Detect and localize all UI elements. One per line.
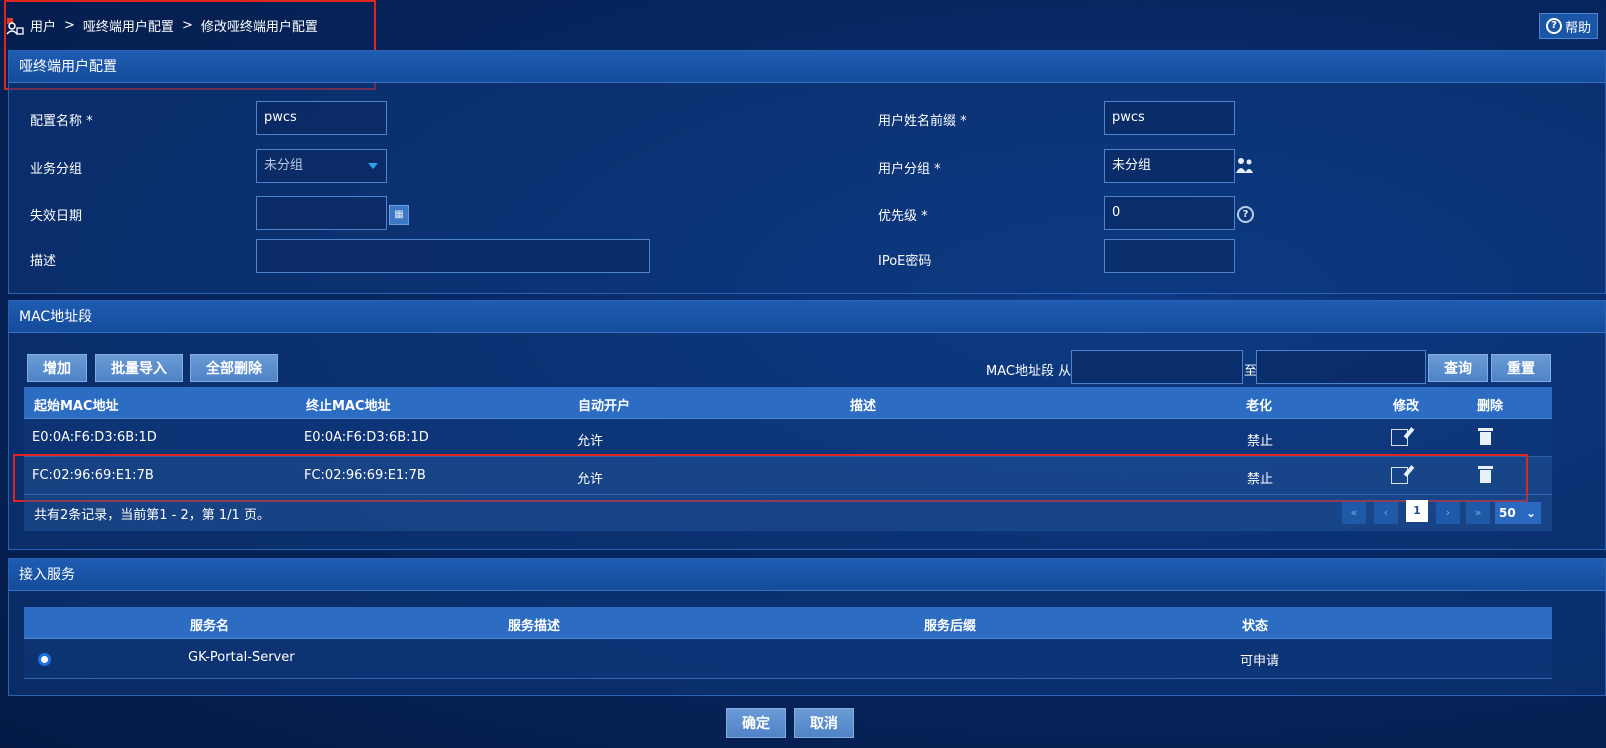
batch-import-button[interactable]: 批量导入 [95,354,183,382]
next-page-button[interactable]: › [1436,502,1460,524]
help-label: 帮助 [1564,20,1591,36]
col-aging[interactable]: 老化 [1246,395,1272,414]
question-icon[interactable]: ? [1237,206,1254,223]
prev-page-button[interactable]: ‹ [1374,502,1398,524]
help-icon: ? [1545,18,1562,34]
cell-auto-open: 允许 [577,434,604,449]
cell-auto-open: 允许 [577,472,604,487]
cell-service-status: 可申请 [1240,654,1280,669]
table-row[interactable]: GK-Portal-Server 可申请 [24,639,1552,679]
mac-table-header: 起始MAC地址 终止MAC地址 自动开户 描述 老化 修改 删除 [24,387,1552,419]
user-group-icon[interactable] [1235,157,1255,175]
business-group-select[interactable]: 未分组 [256,149,387,183]
chevron-down-icon: ⌄ [1525,506,1536,520]
radio-selected-icon[interactable] [38,653,51,666]
top-bar: 用户 > 哑终端用户配置 > 修改哑终端用户配置 ? 帮助 [0,0,1606,50]
config-panel-title: 哑终端用户配置 [9,51,1605,83]
mac-table: 起始MAC地址 终止MAC地址 自动开户 描述 老化 修改 删除 E0:0A:F… [24,387,1552,495]
col-service-status[interactable]: 状态 [1242,615,1268,634]
add-button[interactable]: 增加 [27,354,87,382]
delete-all-button[interactable]: 全部删除 [190,354,278,382]
col-auto-open[interactable]: 自动开户 [578,395,630,414]
expire-date-input[interactable] [256,196,387,230]
col-description[interactable]: 描述 [850,395,876,414]
mac-filter-to-input[interactable] [1256,350,1426,384]
config-panel: 哑终端用户配置 配置名称 * pwcs 用户姓名前缀 * pwcs 业务分组 未… [8,50,1606,294]
col-edit: 修改 [1393,399,1420,414]
user-group-label: 用户分组 * [878,162,941,177]
service-table-header: 服务名 服务描述 服务后缀 状态 [24,607,1552,639]
trash-icon[interactable] [1478,428,1493,446]
cell-aging: 禁止 [1247,472,1274,487]
edit-icon[interactable] [1391,429,1408,446]
cell-service-name: GK-Portal-Server [188,650,295,665]
cancel-button[interactable]: 取消 [794,708,854,738]
mac-filter-from-label: MAC地址段 从 [986,364,1072,379]
edit-icon[interactable] [1391,467,1408,484]
ipoe-password-label: IPoE密码 [878,254,932,269]
col-delete: 删除 [1477,399,1504,414]
table-row[interactable]: FC:02:96:69:E1:7B FC:02:96:69:E1:7B 允许 禁… [24,457,1552,495]
breadcrumb-item-users[interactable]: 用户 [30,16,56,35]
breadcrumb-item-dumb-terminal-config[interactable]: 哑终端用户配置 [83,16,174,35]
cell-end-mac: E0:0A:F6:D3:6B:1D [304,430,429,445]
priority-input[interactable]: 0 [1104,196,1235,230]
description-label: 描述 [30,254,57,269]
col-end-mac[interactable]: 终止MAC地址 [306,395,391,414]
service-panel-title: 接入服务 [9,559,1605,591]
business-group-label: 业务分组 [30,162,83,177]
page-size-select[interactable]: 50 ⌄ [1495,502,1541,524]
confirm-button[interactable]: 确定 [726,708,786,738]
description-input[interactable] [256,239,650,273]
config-name-label: 配置名称 * [30,114,93,129]
query-button[interactable]: 查询 [1428,354,1488,382]
ipoe-password-input[interactable] [1104,239,1235,273]
priority-label: 优先级 * [878,209,928,224]
username-prefix-input[interactable]: pwcs [1104,101,1235,135]
breadcrumb: 用户 > 哑终端用户配置 > 修改哑终端用户配置 [6,16,318,35]
user-lock-icon [6,17,24,35]
dropdown-arrow-icon [368,163,378,169]
trash-icon[interactable] [1478,466,1493,484]
expire-date-label: 失效日期 [30,209,83,224]
breadcrumb-item-current: 修改哑终端用户配置 [200,20,318,35]
col-service-name[interactable]: 服务名 [190,615,229,634]
username-prefix-label: 用户姓名前缀 * [878,114,967,129]
cell-end-mac: FC:02:96:69:E1:7B [304,468,426,483]
mac-panel-title: MAC地址段 [9,301,1605,333]
service-table: 服务名 服务描述 服务后缀 状态 GK-Portal-Server 可申请 [24,607,1552,679]
col-start-mac[interactable]: 起始MAC地址 [34,395,119,414]
mac-filter-from-input[interactable] [1071,350,1243,384]
config-name-input[interactable]: pwcs [256,101,387,135]
pagination-summary: 共有2条记录，当前第1 - 2，第 1/1 页。 [34,508,270,523]
cell-aging: 禁止 [1247,434,1274,449]
cell-start-mac: E0:0A:F6:D3:6B:1D [32,430,157,445]
cell-start-mac: FC:02:96:69:E1:7B [32,468,154,483]
pagination-bar: 共有2条记录，当前第1 - 2，第 1/1 页。 « ‹ 1 › » 50 ⌄ [24,495,1552,531]
col-service-desc[interactable]: 服务描述 [508,615,560,634]
current-page[interactable]: 1 [1406,500,1428,522]
help-button[interactable]: ? 帮助 [1538,13,1598,39]
col-service-suffix[interactable]: 服务后缀 [924,615,976,634]
calendar-icon[interactable]: ▦ [389,205,409,225]
table-row[interactable]: E0:0A:F6:D3:6B:1D E0:0A:F6:D3:6B:1D 允许 禁… [24,419,1552,457]
first-page-button[interactable]: « [1342,502,1366,524]
user-group-input[interactable]: 未分组 [1104,149,1235,183]
reset-button[interactable]: 重置 [1491,354,1551,382]
last-page-button[interactable]: » [1466,502,1490,524]
breadcrumb-separator: > [181,18,193,33]
breadcrumb-separator: > [64,18,75,33]
